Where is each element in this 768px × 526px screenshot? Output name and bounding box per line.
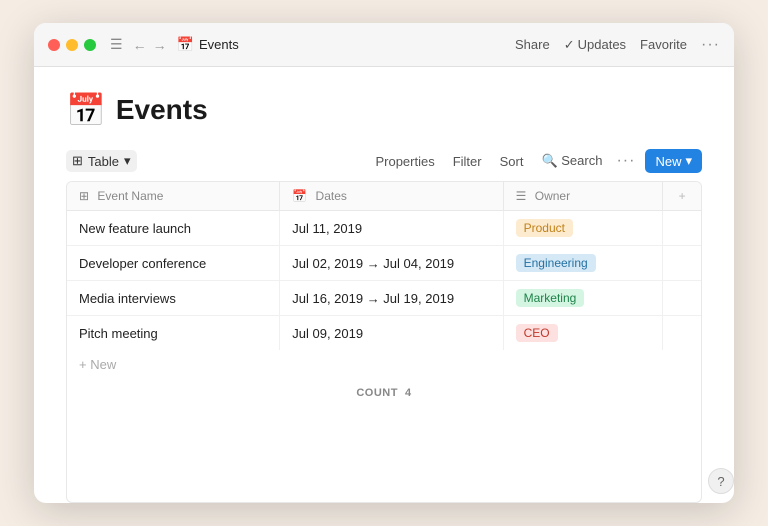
col-dates-label: Dates xyxy=(316,189,347,203)
content-area: 📅 Events ⊞ Table ▾ Properties Filter Sor… xyxy=(34,67,734,503)
table-row[interactable]: Pitch meeting Jul 09, 2019 CEO xyxy=(67,316,701,351)
nav-buttons: ← → xyxy=(133,37,167,53)
table-row[interactable]: New feature launch Jul 11, 2019 Product xyxy=(67,211,701,246)
window-title: Events xyxy=(199,37,515,52)
owner-badge-0: Product xyxy=(516,219,573,237)
owner-badge-3: CEO xyxy=(516,324,558,342)
cell-owner-0: Product xyxy=(503,211,663,246)
table-icon: ⊞ xyxy=(72,153,83,169)
count-value: 4 xyxy=(405,387,412,399)
add-row-label: + New xyxy=(79,357,116,372)
favorite-button[interactable]: Favorite xyxy=(640,37,687,52)
cell-owner-3: CEO xyxy=(503,316,663,351)
add-row-button[interactable]: + New xyxy=(67,350,701,379)
owner-badge-1: Engineering xyxy=(516,254,596,272)
menu-icon[interactable]: ☰ xyxy=(110,36,123,53)
table-row[interactable]: Developer conference Jul 02, 2019 → Jul … xyxy=(67,246,701,281)
fullscreen-button[interactable] xyxy=(84,39,96,51)
toolbar: ⊞ Table ▾ Properties Filter Sort 🔍 Searc… xyxy=(66,149,702,173)
data-table: ⊞ Event Name 📅 Dates ☰ Owner + xyxy=(66,181,702,503)
cell-dates-1: Jul 02, 2019 → Jul 04, 2019 xyxy=(280,246,503,281)
app-window: ☰ ← → 📅 Events Share ✓ Updates Favorite … xyxy=(34,23,734,503)
table-header-row: ⊞ Event Name 📅 Dates ☰ Owner + xyxy=(67,182,701,211)
cell-owner-2: Marketing xyxy=(503,281,663,316)
chevron-down-icon: ▾ xyxy=(124,153,131,169)
view-selector[interactable]: ⊞ Table ▾ xyxy=(66,150,137,172)
cell-dates-0: Jul 11, 2019 xyxy=(280,211,503,246)
titlebar-actions: Share ✓ Updates Favorite ··· xyxy=(515,36,720,54)
col-header-dates: 📅 Dates xyxy=(280,182,503,211)
table-row[interactable]: Media interviews Jul 16, 2019 → Jul 19, … xyxy=(67,281,701,316)
toolbar-right: Properties Filter Sort 🔍 Search ··· New … xyxy=(371,149,702,173)
back-button[interactable]: ← xyxy=(133,37,147,53)
col-owner-label: Owner xyxy=(535,189,570,203)
search-label: Search xyxy=(561,153,602,168)
new-label: New xyxy=(655,154,681,169)
page-icon-small: 📅 xyxy=(177,36,194,53)
view-label: Table xyxy=(88,154,119,169)
new-caret-icon: ▾ xyxy=(685,153,692,169)
page-title: Events xyxy=(116,94,208,126)
properties-button[interactable]: Properties xyxy=(371,152,438,171)
cell-owner-1: Engineering xyxy=(503,246,663,281)
col-dates-icon: 📅 xyxy=(292,189,307,203)
check-icon: ✓ xyxy=(564,37,575,53)
page-icon: 📅 xyxy=(66,91,106,129)
count-label: COUNT xyxy=(356,387,398,399)
share-button[interactable]: Share xyxy=(515,37,550,52)
toolbar-more-button[interactable]: ··· xyxy=(616,152,635,170)
cell-add-3 xyxy=(663,316,701,351)
toolbar-left: ⊞ Table ▾ xyxy=(66,150,137,172)
forward-button[interactable]: → xyxy=(153,37,167,53)
col-add-header[interactable]: + xyxy=(663,182,701,211)
new-button[interactable]: New ▾ xyxy=(645,149,702,173)
count-row: COUNT 4 xyxy=(67,379,701,407)
page-header: 📅 Events xyxy=(66,91,702,129)
minimize-button[interactable] xyxy=(66,39,78,51)
col-header-owner: ☰ Owner xyxy=(503,182,663,211)
cell-add-2 xyxy=(663,281,701,316)
cell-add-1 xyxy=(663,246,701,281)
filter-button[interactable]: Filter xyxy=(449,152,486,171)
cell-dates-2: Jul 16, 2019 → Jul 19, 2019 xyxy=(280,281,503,316)
close-button[interactable] xyxy=(48,39,60,51)
col-owner-icon: ☰ xyxy=(516,189,527,203)
traffic-lights xyxy=(48,39,96,51)
help-button[interactable]: ? xyxy=(708,468,734,494)
search-icon: 🔍 xyxy=(541,153,557,168)
cell-add-0 xyxy=(663,211,701,246)
col-name-label: Event Name xyxy=(97,189,163,203)
more-options-button[interactable]: ··· xyxy=(701,36,720,54)
cell-name-1: Developer conference xyxy=(67,246,280,281)
search-button[interactable]: 🔍 Search xyxy=(537,151,606,171)
sort-button[interactable]: Sort xyxy=(496,152,528,171)
updates-label: Updates xyxy=(578,37,626,52)
col-header-name: ⊞ Event Name xyxy=(67,182,280,211)
cell-name-0: New feature launch xyxy=(67,211,280,246)
updates-button[interactable]: ✓ Updates xyxy=(564,37,626,53)
col-name-icon: ⊞ xyxy=(79,189,89,203)
cell-name-2: Media interviews xyxy=(67,281,280,316)
owner-badge-2: Marketing xyxy=(516,289,585,307)
titlebar: ☰ ← → 📅 Events Share ✓ Updates Favorite … xyxy=(34,23,734,67)
cell-dates-3: Jul 09, 2019 xyxy=(280,316,503,351)
cell-name-3: Pitch meeting xyxy=(67,316,280,351)
